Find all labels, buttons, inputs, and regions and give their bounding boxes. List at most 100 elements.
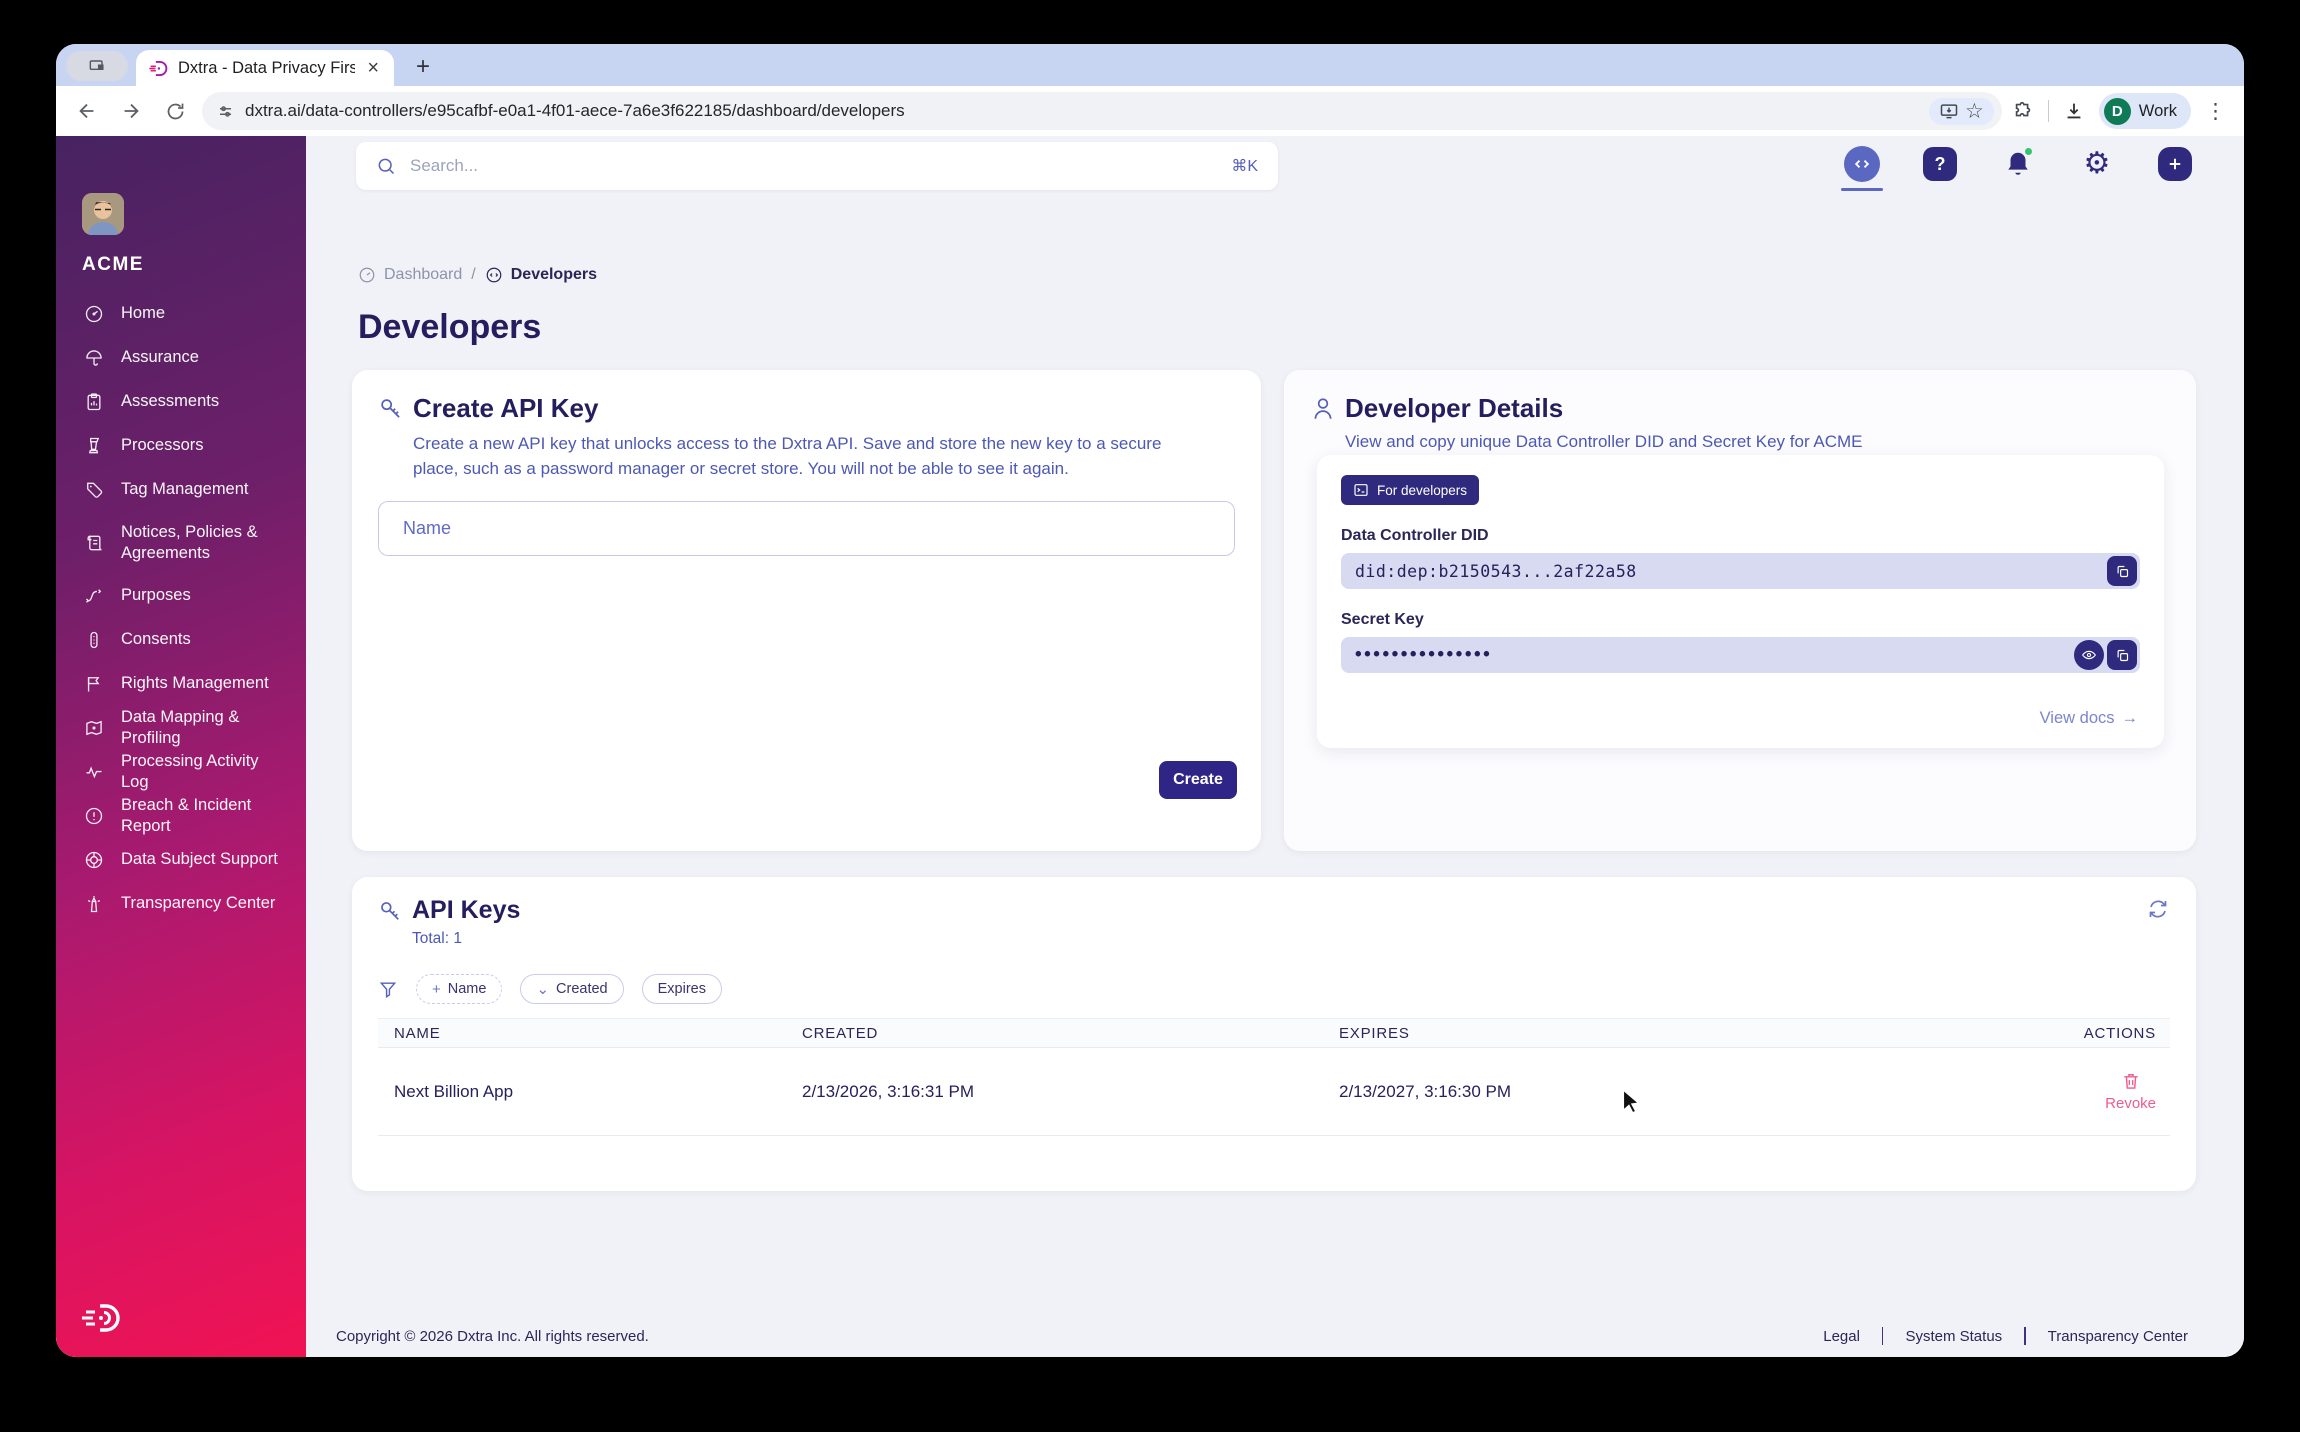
site-settings-icon[interactable] [216,102,235,121]
filter-bar: + Name ⌄ Created Expires [378,974,722,1004]
developers-code-button[interactable] [1841,146,1883,191]
bookmark-star-icon[interactable]: ☆ [1965,101,1984,122]
plus-icon: + [432,980,441,998]
back-icon[interactable] [70,94,104,128]
filter-funnel-icon[interactable] [378,979,398,999]
org-name: ACME [82,254,144,275]
main-content: Search... ⌘K ? ⚙ Dashboard / Developers … [306,136,2244,1357]
reload-icon[interactable] [158,94,192,128]
tab-close-icon[interactable]: × [364,58,382,78]
key-icon [381,399,400,418]
lifebuoy-icon [85,851,103,869]
forward-icon[interactable] [114,94,148,128]
search-input[interactable]: Search... ⌘K [356,142,1278,190]
details-card-title: Developer Details [1345,393,1564,423]
add-button[interactable] [2158,147,2192,181]
key-icon [381,902,399,920]
extensions-icon[interactable] [2012,100,2034,122]
person-icon [1314,398,1332,419]
copy-secret-button[interactable] [2107,640,2137,670]
browser-tabstrip: Dxtra - Data Privacy First × + [56,44,2244,86]
create-api-key-card: Create API Key Create a new API key that… [352,370,1261,851]
sidebar-item-purposes[interactable]: Purposes [56,574,306,618]
api-key-name-input[interactable]: Name [378,501,1235,556]
user-avatar[interactable] [82,193,124,235]
clipboard-icon [87,393,101,411]
did-field: did:dep:b2150543...2af22a58 [1341,553,2140,589]
keys-card-title: API Keys [412,896,521,924]
map-icon [86,720,102,736]
eye-icon [2081,650,2097,660]
sidebar-item-rights-management[interactable]: Rights Management [56,662,306,706]
sidebar: ACME Home Assurance Assessments Processo… [56,136,306,1357]
browser-profile-button[interactable]: D Work [2098,93,2191,129]
filter-chip-created[interactable]: ⌄ Created [520,974,624,1004]
install-app-icon[interactable] [1939,101,1959,121]
revoke-button[interactable]: Revoke [2105,1071,2156,1112]
breadcrumb-developers[interactable]: Developers [485,266,597,284]
page-title: Developers [358,308,542,346]
sidebar-item-home[interactable]: Home [56,292,306,336]
tag-icon [87,482,103,498]
cell-created: 2/13/2026, 3:16:31 PM [802,1081,975,1101]
umbrella-icon [86,350,102,366]
home-gauge-icon [85,305,103,323]
refresh-icon [2149,900,2167,918]
new-tab-button[interactable]: + [408,52,438,82]
browser-menu-icon[interactable]: ⋮ [2205,101,2226,122]
footer-link-legal[interactable]: Legal [1823,1328,1860,1345]
reveal-secret-button[interactable] [2074,640,2104,670]
breadcrumb-dashboard[interactable]: Dashboard [358,266,462,284]
secret-key-label: Secret Key [1341,611,1424,628]
footer-divider [1881,1327,1884,1345]
notifications-button[interactable] [2000,146,2036,182]
view-docs-link[interactable]: View docs → [2040,709,2138,728]
help-button[interactable]: ? [1923,147,1957,181]
sidebar-item-transparency-center[interactable]: Transparency Center [56,882,306,926]
refresh-button[interactable] [2146,897,2170,926]
footer-link-system-status[interactable]: System Status [1905,1328,2002,1345]
active-tab-indicator [1841,187,1883,191]
dashboard-icon [359,267,375,283]
table-row: Next Billion App 2/13/2026, 3:16:31 PM 2… [378,1048,2170,1136]
secret-key-value: ••••••••••••••• [1355,644,1493,665]
dxtra-logo [80,1298,126,1343]
sidebar-nav: Home Assurance Assessments Processors Ta… [56,292,306,926]
api-keys-card: API Keys Total: 1 + Name ⌄ Created Expires [352,877,2196,1191]
create-button[interactable]: Create [1159,761,1237,799]
activity-pulse-icon [86,766,102,779]
sidebar-item-processing-log[interactable]: Processing Activity Log [56,750,306,794]
plus-icon [2169,158,2181,170]
terminal-icon [1354,484,1368,496]
scroll-icon [87,535,102,551]
sidebar-item-consents[interactable]: Consents [56,618,306,662]
did-value: did:dep:b2150543...2af22a58 [1355,561,1637,581]
col-header-expires: EXPIRES [1339,1024,1410,1042]
filter-chip-expires[interactable]: Expires [641,974,722,1004]
keys-total: Total: 1 [412,929,462,947]
sidebar-item-tag-management[interactable]: Tag Management [56,468,306,512]
filter-chip-name[interactable]: + Name [416,974,503,1004]
downloads-icon[interactable] [2063,100,2085,122]
browser-tab[interactable]: Dxtra - Data Privacy First × [136,50,394,86]
settings-button[interactable]: ⚙ [2079,146,2115,182]
sidebar-item-data-mapping[interactable]: Data Mapping & Profiling [56,706,306,750]
sidebar-item-assurance[interactable]: Assurance [56,336,306,380]
sidebar-item-notices-policies[interactable]: Notices, Policies & Agreements [56,512,306,574]
address-bar[interactable]: dxtra.ai/data-controllers/e95cafbf-e0a1-… [202,92,2002,130]
copy-did-button[interactable] [2107,556,2137,586]
sidebar-item-breach-report[interactable]: Breach & Incident Report [56,794,306,838]
col-header-actions: ACTIONS [2083,1024,2156,1042]
sidebar-item-processors[interactable]: Processors [56,424,306,468]
chevron-down-icon: ⌄ [536,981,550,998]
sidebar-item-data-subject-support[interactable]: Data Subject Support [56,838,306,882]
trash-icon [2123,1074,2138,1089]
sidebar-item-assessments[interactable]: Assessments [56,380,306,424]
search-icon [378,158,395,175]
name-input-placeholder: Name [403,518,452,538]
tab-title: Dxtra - Data Privacy First [178,58,356,77]
col-header-created: CREATED [802,1024,879,1042]
secret-key-field: ••••••••••••••• [1341,637,2140,673]
tab-search-button[interactable] [66,51,128,81]
footer-link-transparency-center[interactable]: Transparency Center [2048,1328,2188,1345]
